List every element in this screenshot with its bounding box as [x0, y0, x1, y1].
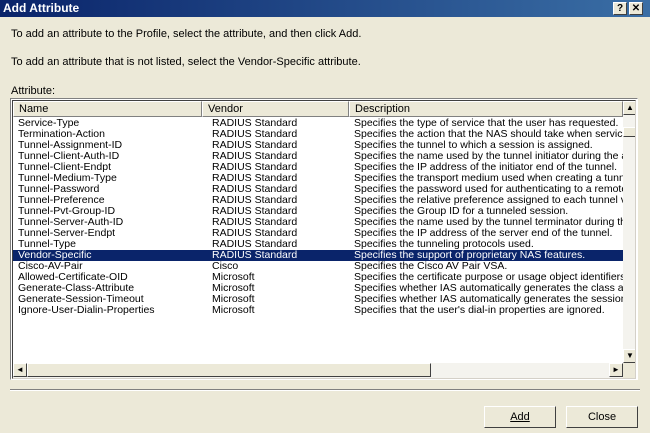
cell-description: Specifies the name used by the tunnel in… — [354, 151, 623, 162]
cell-vendor: RADIUS Standard — [212, 250, 298, 261]
cell-description: Specifies the Cisco AV Pair VSA. — [354, 261, 508, 272]
cell-name: Generate-Class-Attribute — [18, 283, 135, 294]
horizontal-scrollbar[interactable]: ◄ ► — [13, 363, 623, 378]
cell-description: Specifies the password used for authenti… — [354, 184, 623, 195]
table-row[interactable]: Tunnel-Type RADIUS Standard Specifies the … — [13, 239, 623, 250]
cell-description: Specifies whether IAS automatically gene… — [354, 294, 623, 305]
cell-name: Tunnel-Server-Auth-ID — [18, 217, 124, 228]
cell-name: Ignore-User-Dialin-Properties — [18, 305, 155, 316]
table-row[interactable]: Vendor-Specific RADIUS Standard Specifies … — [13, 250, 623, 261]
cell-name: Tunnel-Password — [18, 184, 100, 195]
cell-vendor: Microsoft — [212, 305, 255, 316]
cell-name: Tunnel-Client-Auth-ID — [18, 151, 120, 162]
window-title: Add Attribute — [3, 1, 80, 15]
cell-description: Specifies the tunnel to which a session … — [354, 140, 593, 151]
cell-description: Specifies the action that the NAS should… — [354, 129, 623, 140]
cell-vendor: Cisco — [212, 261, 239, 272]
attribute-label: Attribute: — [11, 85, 56, 97]
cell-description: Specifies the name used by the tunnel te… — [354, 217, 623, 228]
list-header: Name Vendor Description — [13, 101, 623, 117]
column-header-description[interactable]: Description — [349, 101, 623, 117]
cell-vendor: RADIUS Standard — [212, 173, 298, 184]
cell-name: Vendor-Specific — [18, 250, 92, 261]
cell-vendor: RADIUS Standard — [212, 118, 298, 129]
cell-description: Specifies the certificate purpose or usa… — [354, 272, 623, 283]
column-header-name[interactable]: Name — [13, 101, 202, 117]
table-row[interactable]: Tunnel-Server-Auth-ID RADIUS Standard Spec… — [13, 217, 623, 228]
cell-description: Specifies the Group ID for a tunneled se… — [354, 206, 569, 217]
table-row[interactable]: Tunnel-Assignment-ID RADIUS Standard Speci… — [13, 140, 623, 151]
add-button-label: Add — [510, 411, 530, 423]
title-bar: Add Attribute ? ✕ — [0, 0, 650, 17]
cell-description: Specifies the IP address of the initiato… — [354, 162, 618, 173]
instruction-line-1: To add an attribute to the Profile, sele… — [11, 28, 362, 40]
cell-description: Specifies the transport medium used when… — [354, 173, 623, 184]
cell-name: Generate-Session-Timeout — [18, 294, 144, 305]
cell-vendor: RADIUS Standard — [212, 228, 298, 239]
table-row[interactable]: Ignore-User-Dialin-Properties Microsoft Sp… — [13, 305, 623, 316]
cell-name: Cisco-AV-Pair — [18, 261, 83, 272]
table-row[interactable]: Tunnel-Pvt-Group-ID RADIUS Standard Specif… — [13, 206, 623, 217]
scroll-up-icon[interactable]: ▲ — [623, 101, 635, 115]
cell-description: Specifies the IP address of the server e… — [354, 228, 613, 239]
cell-vendor: Microsoft — [212, 294, 255, 305]
table-row[interactable]: Allowed-Certificate-OID Microsoft Specifie… — [13, 272, 623, 283]
cell-name: Tunnel-Preference — [18, 195, 105, 206]
cell-vendor: RADIUS Standard — [212, 151, 298, 162]
cell-description: Specifies whether IAS automatically gene… — [354, 283, 623, 294]
vertical-scroll-thumb[interactable] — [623, 127, 635, 137]
scroll-right-icon[interactable]: ► — [609, 363, 623, 377]
table-row[interactable]: Tunnel-Client-Auth-ID RADIUS Standard Spec… — [13, 151, 623, 162]
scroll-left-icon[interactable]: ◄ — [13, 363, 27, 377]
cell-vendor: RADIUS Standard — [212, 239, 298, 250]
cell-name: Service-Type — [18, 118, 80, 129]
separator — [10, 389, 640, 391]
help-button[interactable]: ? — [613, 2, 627, 15]
cell-vendor: RADIUS Standard — [212, 195, 298, 206]
scrollbar-corner — [623, 363, 635, 378]
table-row[interactable]: Generate-Class-Attribute Microsoft Specifi… — [13, 283, 623, 294]
cell-vendor: Microsoft — [212, 283, 255, 294]
table-row[interactable]: Tunnel-Server-Endpt RADIUS Standard Specif… — [13, 228, 623, 239]
column-header-vendor[interactable]: Vendor — [202, 101, 349, 117]
cell-description: Specifies the type of service that the u… — [354, 118, 619, 129]
attribute-list[interactable]: Name Vendor Description Service-Type RADI… — [10, 98, 638, 380]
cell-name: Tunnel-Client-Endpt — [18, 162, 111, 173]
list-rows: Service-Type RADIUS Standard Specifies the… — [13, 118, 623, 316]
cell-vendor: RADIUS Standard — [212, 206, 298, 217]
cell-name: Tunnel-Type — [18, 239, 76, 250]
cell-description: Specifies the relative preference assign… — [354, 195, 623, 206]
scroll-down-icon[interactable]: ▼ — [623, 349, 635, 363]
instruction-line-2: To add an attribute that is not listed, … — [11, 56, 361, 68]
horizontal-scroll-thumb[interactable] — [27, 363, 431, 377]
add-button[interactable]: Add — [484, 406, 556, 428]
table-row[interactable]: Termination-Action RADIUS Standard Specifi… — [13, 129, 623, 140]
cell-name: Tunnel-Medium-Type — [18, 173, 117, 184]
table-row[interactable]: Tunnel-Password RADIUS Standard Specifies … — [13, 184, 623, 195]
cell-name: Tunnel-Pvt-Group-ID — [18, 206, 116, 217]
cell-name: Tunnel-Server-Endpt — [18, 228, 116, 239]
table-row[interactable]: Tunnel-Preference RADIUS Standard Specifie… — [13, 195, 623, 206]
cell-description: Specifies the tunneling protocols used. — [354, 239, 534, 250]
add-attribute-dialog: Add Attribute ? ✕ To add an attribute to… — [0, 0, 650, 433]
cell-vendor: Microsoft — [212, 272, 255, 283]
vertical-scrollbar[interactable]: ▲ ▼ — [623, 101, 635, 363]
cell-name: Termination-Action — [18, 129, 105, 140]
cell-vendor: RADIUS Standard — [212, 162, 298, 173]
cell-vendor: RADIUS Standard — [212, 140, 298, 151]
cell-description: Specifies the support of proprietary NAS… — [354, 250, 586, 261]
cell-name: Tunnel-Assignment-ID — [18, 140, 123, 151]
cell-description: Specifies that the user's dial-in proper… — [354, 305, 605, 316]
close-icon[interactable]: ✕ — [629, 2, 643, 15]
cell-vendor: RADIUS Standard — [212, 184, 298, 195]
close-button[interactable]: Close — [566, 406, 638, 428]
table-row[interactable]: Service-Type RADIUS Standard Specifies the… — [13, 118, 623, 129]
table-row[interactable]: Tunnel-Medium-Type RADIUS Standard Specifi… — [13, 173, 623, 184]
cell-vendor: RADIUS Standard — [212, 217, 298, 228]
table-row[interactable]: Tunnel-Client-Endpt RADIUS Standard Specif… — [13, 162, 623, 173]
cell-vendor: RADIUS Standard — [212, 129, 298, 140]
table-row[interactable]: Generate-Session-Timeout Microsoft Specifi… — [13, 294, 623, 305]
cell-name: Allowed-Certificate-OID — [18, 272, 128, 283]
table-row[interactable]: Cisco-AV-Pair Cisco Specifies the Cisco AV… — [13, 261, 623, 272]
